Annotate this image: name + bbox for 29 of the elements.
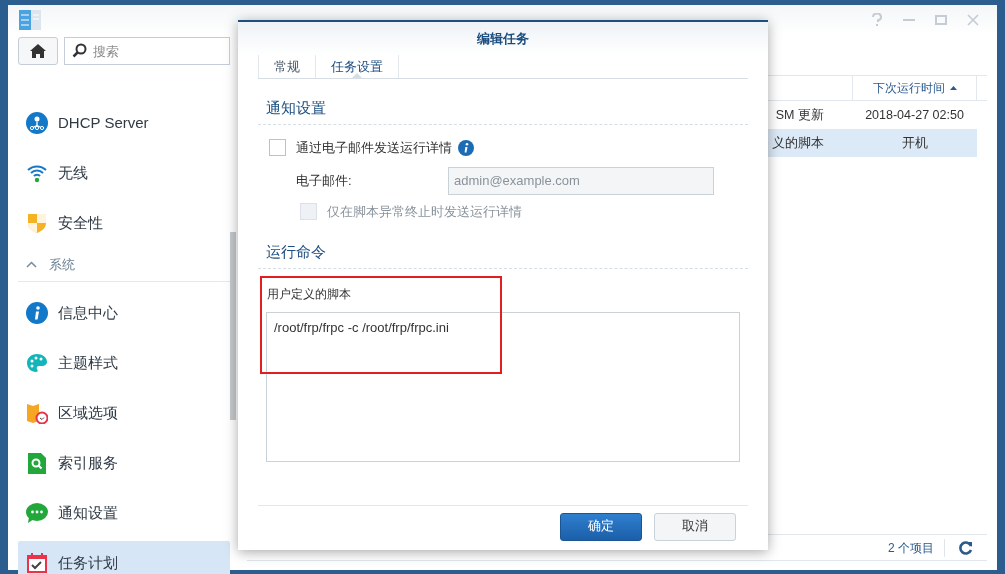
email-field[interactable]: admin@example.com: [448, 166, 714, 195]
sidebar-item[interactable]: 任务计划: [18, 540, 230, 574]
table-cell-text: 2018-04-27 02:50: [864, 106, 965, 124]
sidebar-item[interactable]: 区域选项: [18, 390, 230, 436]
checkbox-label: 通过电子邮件发送运行详情: [296, 139, 452, 157]
table-cell-text: 义的脚本: [772, 134, 824, 152]
field-label: 电子邮件:: [296, 171, 353, 190]
sidebar-item[interactable]: 主题样式: [18, 340, 230, 386]
sidebar-item[interactable]: 安全性: [18, 200, 230, 246]
sidebar-item[interactable]: 信息中心: [18, 290, 230, 336]
dialog-title: 编辑任务: [477, 29, 529, 48]
table-cell-text: 开机: [900, 134, 929, 152]
table-cell-text: SM 更新: [775, 106, 824, 124]
section-heading: 通知设置: [266, 97, 326, 118]
section-heading: 运行命令: [266, 241, 326, 262]
tab[interactable]: 常规: [258, 55, 315, 78]
sidebar-item[interactable]: DHCP Server: [18, 100, 230, 146]
item-count: 2 个项目: [888, 538, 945, 557]
dialog-button[interactable]: 确定: [560, 512, 642, 541]
sidebar-item[interactable]: 通知设置: [18, 490, 230, 536]
dialog-button[interactable]: 取消: [654, 512, 736, 541]
sidebar-item[interactable]: 索引服务: [18, 440, 230, 486]
sidebar-item[interactable]: 无线: [18, 150, 230, 196]
script-field[interactable]: /root/frp/frpc -c /root/frp/frpc.ini: [266, 312, 740, 463]
search-field[interactable]: 搜索: [64, 37, 230, 65]
checkbox-label: 仅在脚本异常终止时发送运行详情: [327, 203, 522, 221]
field-label: 用户定义的脚本: [267, 286, 351, 304]
tab[interactable]: 任务设置: [315, 55, 399, 78]
column-header[interactable]: 下次运行时间: [852, 76, 977, 100]
